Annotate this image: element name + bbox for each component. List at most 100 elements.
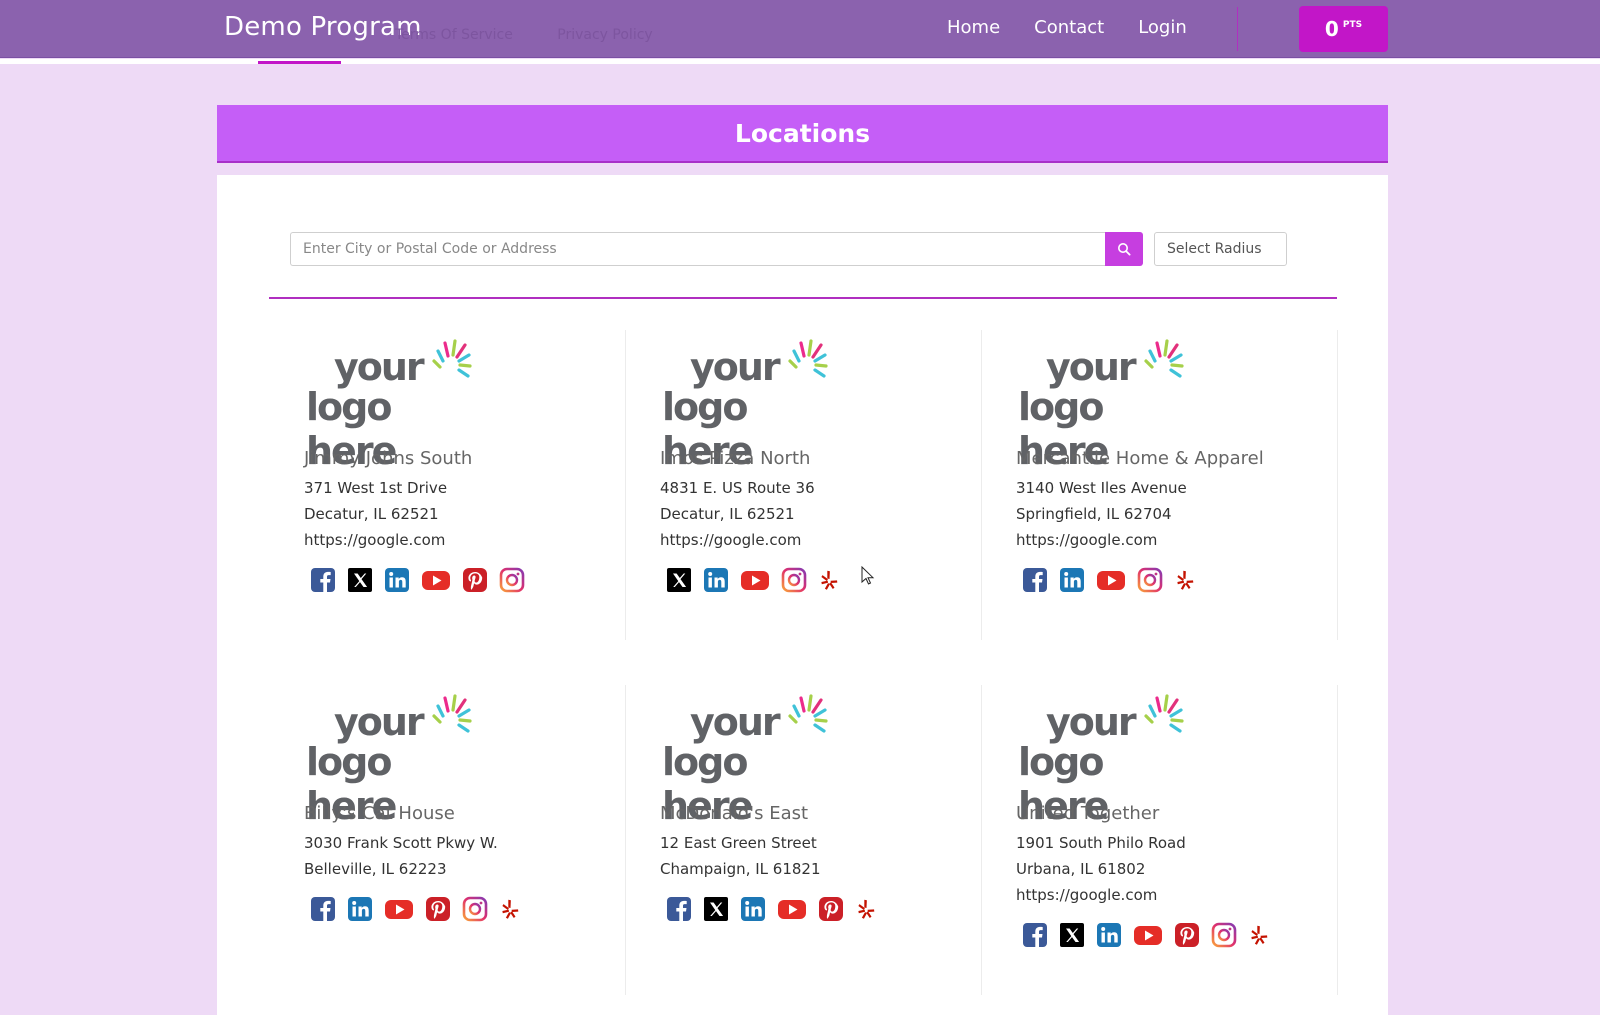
logo-burst-icon — [1144, 339, 1184, 378]
social-links — [666, 896, 877, 922]
nav-link-login[interactable]: Login — [1138, 17, 1187, 38]
instagram-icon[interactable] — [1211, 922, 1237, 948]
card-separator — [625, 685, 626, 995]
search-input[interactable] — [290, 232, 1105, 266]
location-name: McDonald's East — [660, 803, 809, 824]
youtube-icon[interactable] — [384, 896, 414, 922]
card-separator — [1337, 330, 1338, 640]
location-name: Billy's Cat House — [304, 803, 455, 824]
location-address-line1: 3140 West Iles Avenue — [1016, 479, 1187, 497]
pinterest-icon[interactable] — [462, 567, 488, 593]
radius-select[interactable]: Select Radius — [1154, 232, 1287, 266]
location-address-line1: 371 West 1st Drive — [304, 479, 448, 497]
instagram-icon[interactable] — [462, 896, 488, 922]
linkedin-icon[interactable] — [703, 567, 729, 593]
ghost-link-privacy[interactable]: Privacy Policy — [557, 27, 652, 43]
youtube-icon[interactable] — [1133, 922, 1163, 948]
yelp-icon[interactable] — [1248, 922, 1270, 948]
location-address-line2: Urbana, IL 61802 — [1016, 860, 1146, 878]
location-website-link[interactable]: https://google.com — [304, 531, 445, 549]
social-links — [1022, 922, 1270, 948]
nav-links: Home Contact Login — [947, 17, 1221, 38]
location-address-line2: Decatur, IL 62521 — [304, 505, 439, 523]
facebook-icon[interactable] — [310, 896, 336, 922]
location-logo: your logo here — [304, 690, 474, 828]
linkedin-icon[interactable] — [347, 896, 373, 922]
logo-text-line1: your — [334, 700, 425, 744]
locations-header: Locations — [217, 105, 1388, 163]
card-separator — [981, 330, 982, 640]
yelp-icon[interactable] — [1174, 567, 1196, 593]
x-icon[interactable] — [703, 896, 729, 922]
youtube-icon[interactable] — [421, 567, 451, 593]
ghost-links: Terms Of Service Privacy Policy — [395, 27, 693, 43]
facebook-icon[interactable] — [310, 567, 336, 593]
x-icon[interactable] — [666, 567, 692, 593]
logo-burst-icon — [788, 339, 828, 378]
social-links — [666, 567, 840, 593]
youtube-icon[interactable] — [1096, 567, 1126, 593]
nav-bottom-strip — [0, 59, 1600, 64]
card-separator — [981, 685, 982, 995]
top-navbar: Demo Program Terms Of Service Privacy Po… — [0, 0, 1600, 58]
logo-burst-icon — [1144, 694, 1184, 733]
location-address-line1: 4831 E. US Route 36 — [660, 479, 815, 497]
points-value: 0 — [1324, 17, 1339, 41]
location-name: Jimmy Johns South — [304, 448, 473, 469]
linkedin-icon[interactable] — [1059, 567, 1085, 593]
points-label: PTS — [1342, 20, 1363, 30]
location-address-line2: Springfield, IL 62704 — [1016, 505, 1172, 523]
yelp-icon[interactable] — [855, 896, 877, 922]
location-logo: your logo here — [304, 335, 474, 473]
x-icon[interactable] — [347, 567, 373, 593]
locations-panel — [217, 175, 1388, 1015]
logo-text-line1: your — [1046, 345, 1137, 389]
nav-link-home[interactable]: Home — [947, 17, 1000, 38]
location-address-line1: 3030 Frank Scott Pkwy W. — [304, 834, 498, 852]
social-links — [310, 567, 525, 593]
search-button[interactable] — [1105, 232, 1143, 266]
instagram-icon[interactable] — [781, 567, 807, 593]
youtube-icon[interactable] — [740, 567, 770, 593]
pinterest-icon[interactable] — [818, 896, 844, 922]
yelp-icon[interactable] — [499, 896, 521, 922]
location-logo: your logo here — [660, 690, 830, 828]
logo-text-line1: your — [334, 345, 425, 389]
facebook-icon[interactable] — [1022, 567, 1048, 593]
logo-burst-icon — [432, 694, 472, 733]
logo-burst-icon — [432, 339, 472, 378]
location-website-link[interactable]: https://google.com — [1016, 886, 1157, 904]
brand-title[interactable]: Demo Program — [224, 12, 422, 42]
x-icon[interactable] — [1059, 922, 1085, 948]
location-logo: your logo here — [1016, 690, 1186, 828]
linkedin-icon[interactable] — [1096, 922, 1122, 948]
card-separator — [625, 330, 626, 640]
youtube-icon[interactable] — [777, 896, 807, 922]
facebook-icon[interactable] — [1022, 922, 1048, 948]
linkedin-icon[interactable] — [384, 567, 410, 593]
mouse-cursor — [861, 566, 875, 585]
logo-text-line1: your — [690, 700, 781, 744]
yelp-icon[interactable] — [818, 567, 840, 593]
social-links — [1022, 567, 1196, 593]
ghost-link-terms[interactable]: Terms Of Service — [395, 27, 513, 43]
instagram-icon[interactable] — [1137, 567, 1163, 593]
location-website-link[interactable]: https://google.com — [660, 531, 801, 549]
instagram-icon[interactable] — [499, 567, 525, 593]
facebook-icon[interactable] — [666, 896, 692, 922]
location-logo: your logo here — [660, 335, 830, 473]
card-separator — [1337, 685, 1338, 995]
nav-link-contact[interactable]: Contact — [1034, 17, 1104, 38]
location-logo: your logo here — [1016, 335, 1186, 473]
location-address-line2: Decatur, IL 62521 — [660, 505, 795, 523]
points-button[interactable]: 0 PTS — [1299, 6, 1388, 52]
active-nav-underline — [258, 61, 341, 64]
pinterest-icon[interactable] — [1174, 922, 1200, 948]
location-address-line1: 12 East Green Street — [660, 834, 817, 852]
logo-text-line1: your — [690, 345, 781, 389]
location-address-line2: Belleville, IL 62223 — [304, 860, 447, 878]
location-name: Mercantile Home & Apparel — [1016, 448, 1264, 469]
location-website-link[interactable]: https://google.com — [1016, 531, 1157, 549]
pinterest-icon[interactable] — [425, 896, 451, 922]
linkedin-icon[interactable] — [740, 896, 766, 922]
